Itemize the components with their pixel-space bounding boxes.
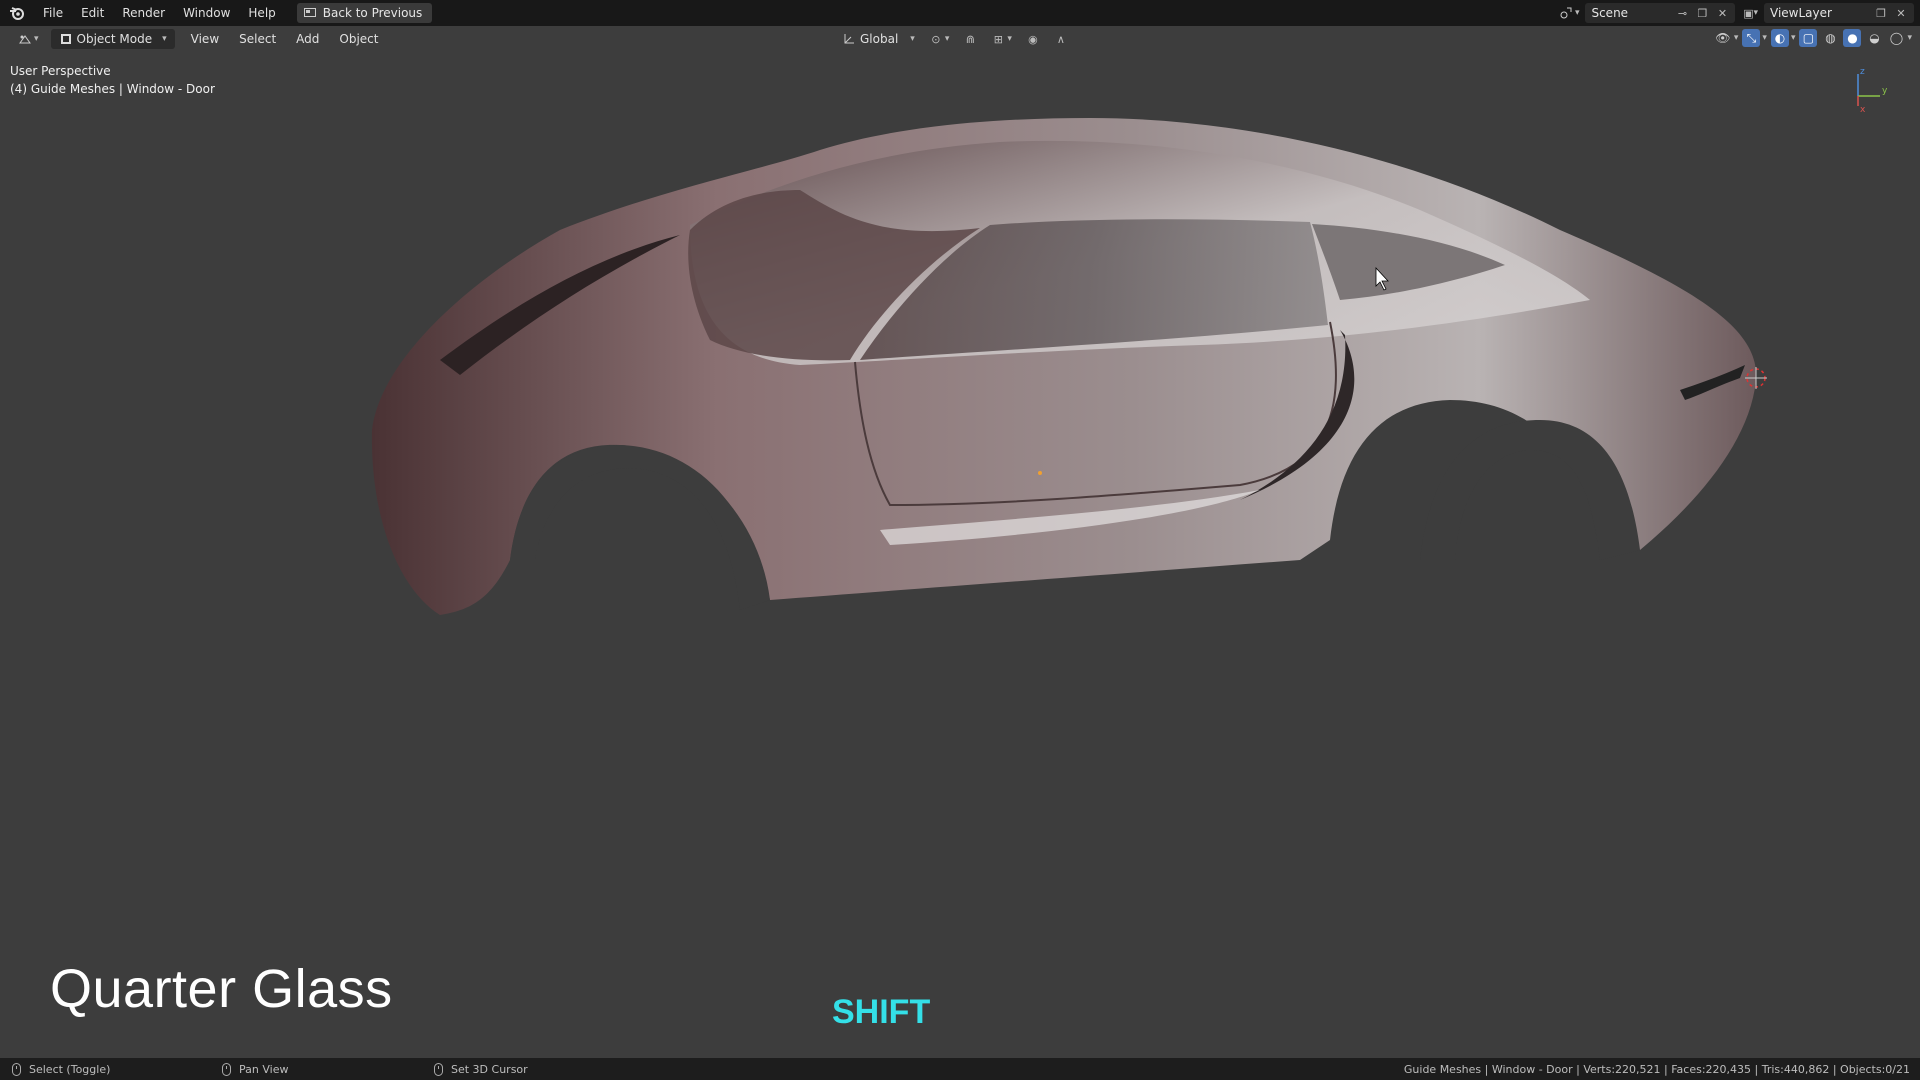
hint-cursor: Set 3D Cursor <box>434 1062 528 1076</box>
middle-mouse-icon <box>222 1062 231 1076</box>
scene-statistics: Guide Meshes | Window - Door | Verts:220… <box>1403 1062 1910 1076</box>
tutorial-title-overlay: Quarter Glass <box>50 959 393 1019</box>
hint-select-label: Select (Toggle) <box>29 1062 111 1076</box>
object-origin-dot <box>1038 471 1042 475</box>
hint-pan: Pan View <box>222 1062 289 1076</box>
hint-pan-label: Pan View <box>239 1062 289 1076</box>
left-mouse-icon <box>12 1062 21 1076</box>
car-body-model[interactable] <box>0 0 1920 1080</box>
right-mouse-icon <box>434 1062 443 1076</box>
key-press-overlay: SHIFT <box>832 993 931 1031</box>
hint-cursor-label: Set 3D Cursor <box>451 1062 528 1076</box>
hint-select: Select (Toggle) <box>12 1062 111 1076</box>
status-bar: Select (Toggle) Pan View Set 3D Cursor G… <box>0 1058 1920 1080</box>
